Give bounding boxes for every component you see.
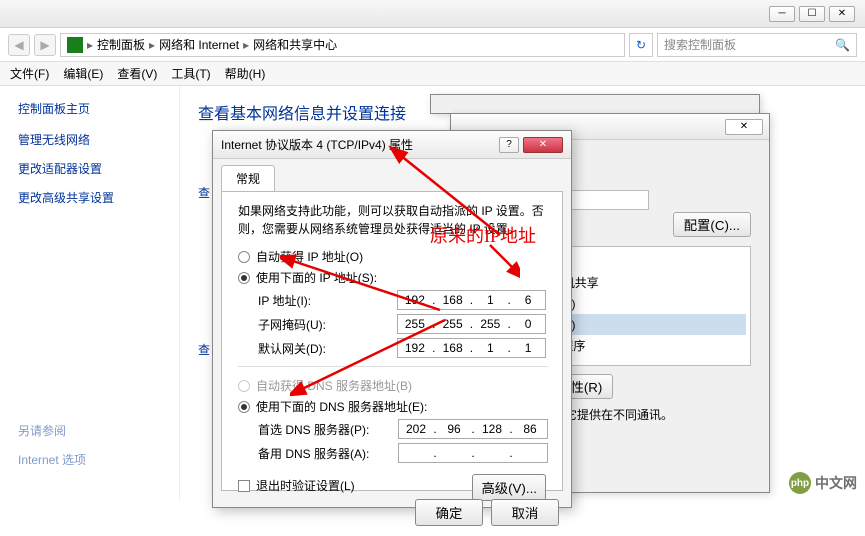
sep-icon: ▸ <box>149 38 155 52</box>
window-titlebar: ─ ☐ ✕ <box>0 0 865 28</box>
menu-tools[interactable]: 工具(T) <box>171 65 210 82</box>
alternate-dns-input[interactable]: . . . <box>398 443 548 463</box>
sidebar: 控制面板主页 管理无线网络 更改适配器设置 更改高级共享设置 另请参阅 Inte… <box>0 86 180 500</box>
dialog-title: Internet 协议版本 4 (TCP/IPv4) 属性 <box>221 136 413 153</box>
radio-icon <box>238 272 250 284</box>
forward-button[interactable]: ▶ <box>34 34 56 56</box>
sep-icon: ▸ <box>87 38 93 52</box>
close-button[interactable]: ✕ <box>725 119 763 135</box>
panel-description: 如果网络支持此功能，则可以获取自动指派的 IP 设置。否则，您需要从网络系统管理… <box>238 202 546 238</box>
watermark: php 中文网 <box>789 472 857 494</box>
radio-auto-dns: 自动获得 DNS 服务器地址(B) <box>238 377 548 394</box>
maximize-button[interactable]: ☐ <box>799 6 825 22</box>
dialog-titlebar: Internet 协议版本 4 (TCP/IPv4) 属性 ? ✕ <box>213 131 571 159</box>
help-button[interactable]: ? <box>499 137 519 153</box>
addressbar: ◀ ▶ ▸ 控制面板 ▸ 网络和 Internet ▸ 网络和共享中心 ↻ 搜索… <box>0 28 865 62</box>
back-button[interactable]: ◀ <box>8 34 30 56</box>
tab-general[interactable]: 常规 <box>221 165 275 191</box>
bg-dialog-hidden <box>430 94 760 114</box>
ipv4-properties-dialog: Internet 协议版本 4 (TCP/IPv4) 属性 ? ✕ 常规 如果网… <box>212 130 572 508</box>
radio-icon <box>238 401 250 413</box>
ok-button[interactable]: 确定 <box>415 499 483 526</box>
cancel-button[interactable]: 取消 <box>491 499 559 526</box>
sidebar-internet-options[interactable]: Internet 选项 <box>18 451 86 468</box>
breadcrumb[interactable]: ▸ 控制面板 ▸ 网络和 Internet ▸ 网络和共享中心 <box>60 33 625 57</box>
radio-manual-ip[interactable]: 使用下面的 IP 地址(S): <box>238 269 546 286</box>
watermark-text: 中文网 <box>815 473 857 493</box>
close-button[interactable]: ✕ <box>523 137 563 153</box>
watermark-logo-icon: php <box>789 472 811 494</box>
breadcrumb-item[interactable]: 网络和 Internet <box>159 36 239 53</box>
window-close-button[interactable]: ✕ <box>829 6 855 22</box>
gateway-input[interactable]: 192. 168. 1. 1 <box>397 338 546 358</box>
preferred-dns-input[interactable]: 202. 96. 128. 86 <box>398 419 548 439</box>
search-placeholder: 搜索控制面板 <box>664 36 736 53</box>
gateway-label: 默认网关(D): <box>258 340 397 357</box>
breadcrumb-item[interactable]: 网络和共享中心 <box>253 36 337 53</box>
sep-icon: ▸ <box>243 38 249 52</box>
sidebar-see-also: 另请参阅 <box>18 422 86 439</box>
sidebar-link-wireless[interactable]: 管理无线网络 <box>18 131 161 148</box>
search-input[interactable]: 搜索控制面板 🔍 <box>657 33 857 57</box>
sidebar-title[interactable]: 控制面板主页 <box>18 100 161 117</box>
menubar: 文件(F) 编辑(E) 查看(V) 工具(T) 帮助(H) <box>0 62 865 86</box>
sidebar-link-sharing[interactable]: 更改高级共享设置 <box>18 189 161 206</box>
minimize-button[interactable]: ─ <box>769 6 795 22</box>
configure-button[interactable]: 配置(C)... <box>673 212 751 237</box>
breadcrumb-item[interactable]: 控制面板 <box>97 36 145 53</box>
ip-address-input[interactable]: 192. 168. 1. 6 <box>397 290 546 310</box>
subnet-mask-input[interactable]: 255. 255. 255. 0 <box>397 314 546 334</box>
refresh-button[interactable]: ↻ <box>629 33 653 57</box>
alternate-dns-label: 备用 DNS 服务器(A): <box>258 445 398 462</box>
control-panel-icon <box>67 37 83 53</box>
subnet-mask-label: 子网掩码(U): <box>258 316 397 333</box>
checkbox-icon <box>238 480 250 492</box>
menu-edit[interactable]: 编辑(E) <box>63 65 103 82</box>
preferred-dns-label: 首选 DNS 服务器(P): <box>258 421 398 438</box>
radio-manual-dns[interactable]: 使用下面的 DNS 服务器地址(E): <box>238 398 548 415</box>
radio-icon <box>238 380 250 392</box>
menu-view[interactable]: 查看(V) <box>117 65 157 82</box>
radio-auto-ip[interactable]: 自动获得 IP 地址(O) <box>238 248 546 265</box>
advanced-button[interactable]: 高级(V)... <box>472 474 546 501</box>
ip-address-label: IP 地址(I): <box>258 292 397 309</box>
sidebar-link-adapter[interactable]: 更改适配器设置 <box>18 160 161 177</box>
search-icon: 🔍 <box>835 38 850 52</box>
radio-icon <box>238 251 250 263</box>
menu-file[interactable]: 文件(F) <box>10 65 49 82</box>
menu-help[interactable]: 帮助(H) <box>225 65 266 82</box>
